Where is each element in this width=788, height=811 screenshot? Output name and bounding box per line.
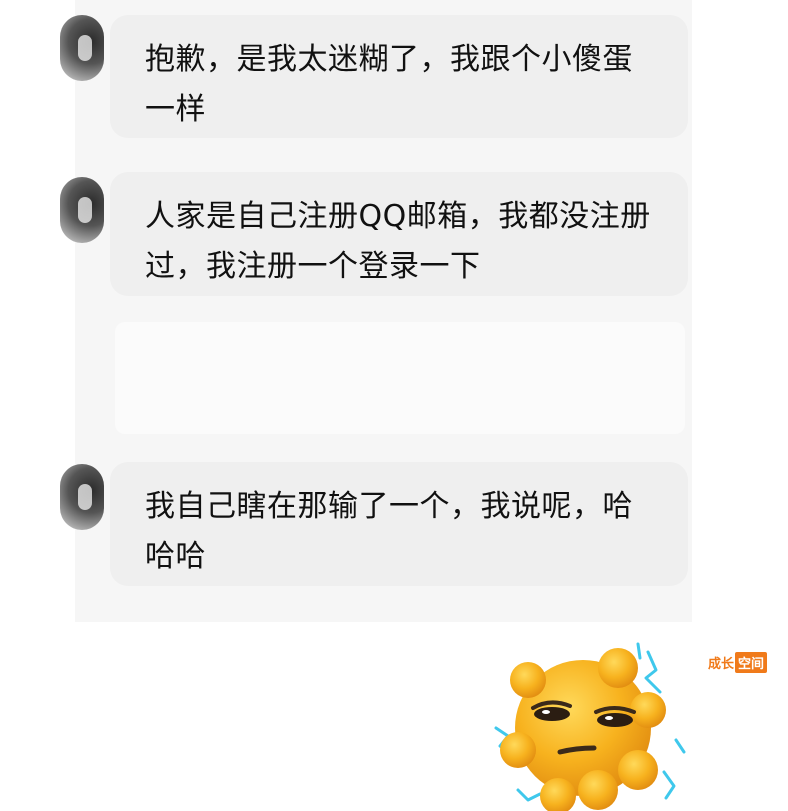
watermark-boxed-text: 空间: [735, 652, 768, 673]
sweating-sun-emoji-icon: [494, 642, 686, 811]
sender-avatar[interactable]: [60, 177, 104, 243]
watermark-text: 成长: [708, 657, 735, 672]
chat-screen: 抱歉，是我太迷糊了，我跟个小傻蛋一样 人家是自己注册QQ邮箱，我都没注册过，我注…: [0, 0, 788, 811]
message-text: 抱歉，是我太迷糊了，我跟个小傻蛋一样: [145, 42, 633, 127]
message-bubble[interactable]: 我自己瞎在那输了一个，我说呢，哈哈哈: [110, 462, 688, 586]
message-bubble[interactable]: 抱歉，是我太迷糊了，我跟个小傻蛋一样: [110, 15, 688, 138]
sender-avatar[interactable]: [60, 464, 104, 530]
watermark-logo: 成长 空间: [708, 652, 768, 673]
message-text: 人家是自己注册QQ邮箱，我都没注册过，我注册一个登录一下: [145, 199, 651, 284]
left-margin: [0, 0, 75, 622]
sender-avatar[interactable]: [60, 15, 104, 81]
message-bubble-blank[interactable]: [115, 322, 685, 434]
message-bubble[interactable]: 人家是自己注册QQ邮箱，我都没注册过，我注册一个登录一下: [110, 172, 688, 296]
message-text: 我自己瞎在那输了一个，我说呢，哈哈哈: [145, 489, 633, 574]
